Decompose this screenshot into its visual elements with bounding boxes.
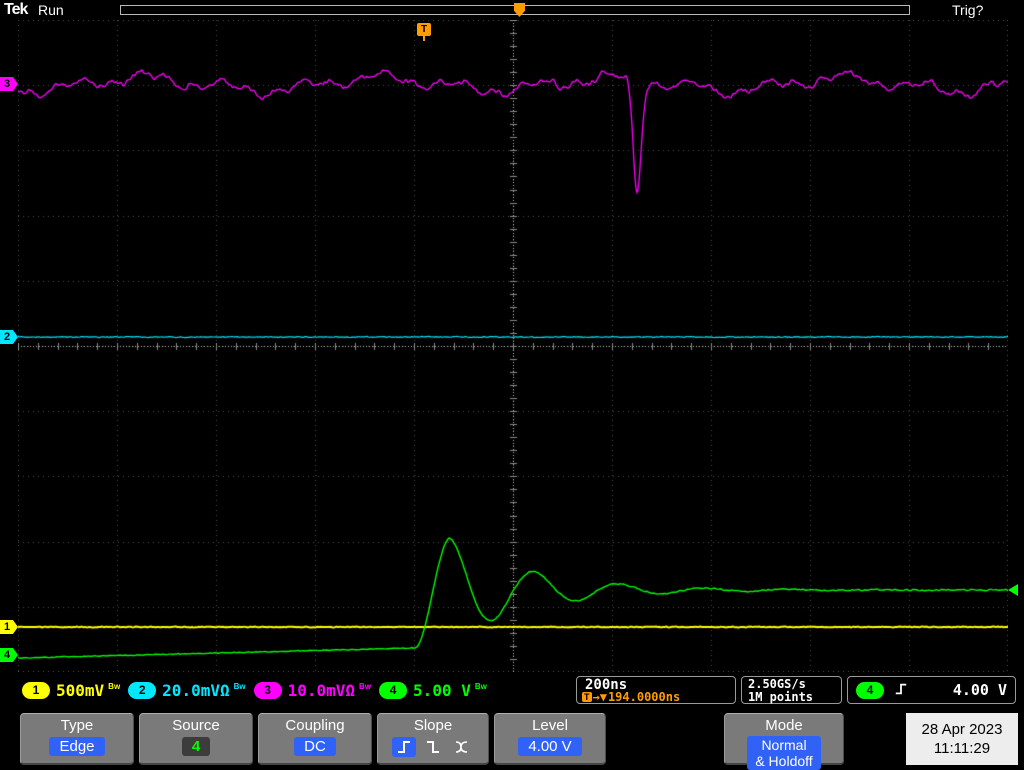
time-value: 11:11:29 [933,740,991,757]
record-length-value: 1M points [748,690,814,704]
trigger-time-marker-stem [423,36,425,41]
falling-slope-icon [421,737,445,757]
mode-value-line2: & Holdoff [755,753,813,769]
mode-button[interactable]: Mode Normal & Holdoff [724,713,844,770]
coupling-button[interactable]: Coupling DC [258,713,372,765]
datetime-display: 28 Apr 2023 11:11:29 [906,713,1018,765]
mode-label: Mode [765,717,803,734]
type-button[interactable]: Type Edge [20,713,134,765]
waveform-display [18,20,1008,672]
channel1-bandwidth-icon: Bw [108,681,121,691]
source-label: Source [172,717,220,734]
either-slope-icon [450,737,474,757]
slope-button[interactable]: Slope [377,713,489,765]
channel3-badge[interactable]: 3 [253,681,282,699]
channel2-scale: 20.0mVΩ [162,680,230,700]
slope-label: Slope [413,717,453,734]
slope-options [392,737,474,757]
channel1-position-marker[interactable]: 1 [0,620,18,634]
channel2-position-marker[interactable]: 2 [0,330,18,344]
channel4-bandwidth-icon: Bw [474,681,487,691]
channel3-position-marker[interactable]: 3 [0,77,18,91]
channel4-badge[interactable]: 4 [379,681,408,699]
channel1-badge[interactable]: 1 [22,681,50,699]
source-value: 4 [181,737,211,756]
channel-readouts: 1 500mV Bw 2 20.0mVΩ Bw 3 10.0mVΩ Bw 4 5… [22,677,489,703]
trigger-source-badge: 4 [856,681,884,699]
level-label: Level [532,717,568,734]
acquisition-status: Run [38,2,64,18]
sample-rate-value: 2.50GS/s [748,677,806,691]
trigger-level-arrow[interactable] [1008,584,1018,596]
trigger-position-readout: T →▼ 194.0000ns [582,690,680,704]
level-value: 4.00 V [518,737,582,756]
channel4-scale: 5.00 V [413,680,471,700]
channel1-scale: 500mV [56,680,105,700]
channel2-bandwidth-icon: Bw [233,681,246,691]
trigger-position-value: 194.0000ns [607,690,681,704]
rising-slope-icon [392,737,416,757]
trigger-arrow-icon: →▼ [592,690,607,704]
rising-slope-icon [894,681,908,700]
type-label: Type [60,717,94,734]
trigger-t-icon: T [582,692,592,702]
channel3-bandwidth-icon: Bw [359,681,372,691]
channel3-scale: 10.0mVΩ [287,680,356,700]
type-value: Edge [49,737,105,756]
coupling-label: Coupling [285,717,345,734]
channel2-badge[interactable]: 2 [128,681,157,699]
channel4-position-marker[interactable]: 4 [0,648,18,662]
date-value: 28 Apr 2023 [921,721,1003,738]
tek-logo: Tek [4,1,28,18]
mode-value: Normal & Holdoff [747,736,821,770]
trigger-readout: 4 4.00 V [847,676,1016,704]
trigger-level-value: 4.00 V [952,681,1007,699]
timebase-readout: 200ns T →▼ 194.0000ns [576,676,736,704]
coupling-value: DC [294,737,336,756]
acquisition-readout: 2.50GS/s 1M points [741,676,842,704]
trigger-time-marker[interactable]: T [417,23,431,36]
trigger-status-label: Trig? [952,2,984,18]
source-button[interactable]: Source 4 [139,713,253,765]
level-button[interactable]: Level 4.00 V [494,713,606,765]
mode-value-line1: Normal [761,737,807,753]
